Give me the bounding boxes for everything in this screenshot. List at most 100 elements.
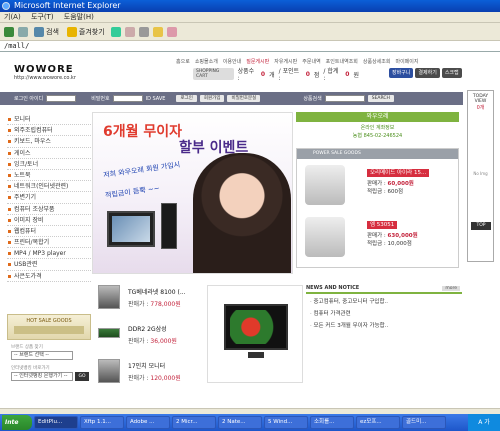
product-item[interactable]: DDR2 2G삼성 판매가 : 36,000원: [98, 322, 206, 352]
category-item[interactable]: 키보드, 마우스: [7, 136, 91, 148]
start-button[interactable]: Inte: [2, 415, 32, 430]
find-password-button[interactable]: 비밀번호분실: [227, 95, 261, 102]
taskbar-item[interactable]: 2 Micr...: [172, 416, 216, 429]
site-logo-url: http://www.wowore.co.kr: [14, 75, 76, 81]
cart-count-prefix: 상품수 :: [237, 68, 255, 82]
topnav-item[interactable]: 쇼핑몰소개: [195, 58, 218, 65]
category-item[interactable]: 네트워크(인터넷관련): [7, 181, 91, 193]
product-item[interactable]: 17인치 모니터 판매가 : 120,000원: [98, 359, 206, 389]
category-item[interactable]: 이미지 장비: [7, 215, 91, 226]
login-pw-input[interactable]: [112, 95, 143, 102]
news-item[interactable]: 모든 커드 3개월 무이자 가능합..: [310, 321, 460, 329]
category-item[interactable]: 외주조립컴퓨터: [7, 125, 91, 137]
cart-tag: SHOPPING CART: [193, 68, 234, 80]
category-item[interactable]: 컴퓨터 조상부품: [7, 204, 91, 215]
taskbar-item[interactable]: Adobe ...: [126, 416, 170, 429]
window-title-bar: Microsoft Internet Explorer: [0, 0, 500, 12]
messenger-icon[interactable]: [166, 26, 177, 37]
taskbar-item[interactable]: 골드미...: [402, 416, 446, 429]
login-id-input[interactable]: [46, 95, 77, 102]
topnav-item[interactable]: 포인트내역조회: [326, 58, 358, 65]
topnav-item[interactable]: 이용안내: [223, 58, 241, 65]
product-item[interactable]: TG베네라넷 8100 (... 판매가 : 778,000원: [98, 285, 206, 315]
topnav-item[interactable]: 마이페이지: [395, 58, 418, 65]
deal-thumb[interactable]: [305, 217, 345, 257]
news-more-button[interactable]: more: [442, 286, 460, 291]
system-tray[interactable]: A 가: [468, 414, 500, 431]
deal-points-label: 적립금 :: [367, 241, 386, 247]
bank-select[interactable]: -- 인터넷뱅킹 은행가기 --: [11, 372, 73, 381]
category-item[interactable]: 잉크/토너: [7, 159, 91, 170]
category-item[interactable]: 노트북: [7, 170, 91, 182]
scrap-button[interactable]: 스크랩: [441, 68, 462, 78]
deal-tag[interactable]: 엠 53051: [367, 221, 398, 229]
deal-points: 적립금 : 10,000점: [367, 239, 412, 247]
search-icon: [34, 26, 44, 37]
featured-monitor-image[interactable]: [207, 285, 303, 383]
history-icon[interactable]: [110, 26, 121, 37]
scroll-top-button[interactable]: TOP: [471, 222, 491, 230]
search-button[interactable]: 검색: [32, 26, 61, 38]
cart-summary: SHOPPING CART 상품수 :0개 / 포인트 :0점 / 합계 :0원: [193, 68, 359, 82]
taskbar-item[interactable]: 5 Wind...: [264, 416, 308, 429]
site-logo[interactable]: WOWORE: [14, 64, 74, 75]
category-item[interactable]: 게이스: [7, 148, 91, 159]
cart-button[interactable]: 장바구니: [389, 68, 414, 78]
mail-icon[interactable]: [124, 26, 135, 37]
main-banner[interactable]: 6개월 무이자 할부 이벤트 저희 와우오레 회원 가입시 적립금이 듬뿍 ~~: [92, 112, 293, 274]
taskbar-item[interactable]: Xftp 1.1...: [80, 416, 124, 429]
news-item[interactable]: 중고컴퓨터, 중고모니터 구입합..: [310, 297, 460, 305]
banner-title: 6개월 무이자: [103, 124, 183, 140]
bank-go-button[interactable]: GO: [75, 372, 89, 381]
web-page: WOWORE http://www.wowore.co.kr 홈으로 쇼핑몰소개…: [0, 52, 500, 408]
taskbar-item[interactable]: 2 Nate...: [218, 416, 262, 429]
category-item[interactable]: 웹컴퓨터: [7, 226, 91, 238]
brand-select[interactable]: -- 브랜드 선택 --: [11, 351, 73, 360]
category-item[interactable]: 주변기기: [7, 192, 91, 204]
deal-thumb[interactable]: [305, 165, 345, 205]
category-item[interactable]: 모니터: [7, 114, 91, 126]
menu-item-view[interactable]: 기(A): [4, 13, 21, 21]
deal-tag[interactable]: 오리메이드 아이라 15...: [367, 169, 430, 177]
product-name[interactable]: DDR2 2G삼성: [128, 324, 167, 333]
points-prefix: / 포인트 :: [278, 68, 300, 82]
topnav-item[interactable]: 주문내역: [302, 58, 320, 65]
stop-icon[interactable]: [18, 26, 28, 37]
favorites-button[interactable]: 즐겨찾기: [65, 26, 107, 38]
topnav-item[interactable]: 질문게시판: [246, 58, 269, 65]
deal-points-value: 10,000점: [387, 241, 412, 247]
product-search-input[interactable]: [324, 95, 365, 102]
menu-item-tools[interactable]: 도구(T): [31, 13, 54, 21]
product-name[interactable]: 17인치 모니터: [128, 361, 165, 370]
hot-sale-banner[interactable]: HOT SALE GOODS: [7, 314, 91, 340]
total-prefix: / 합계 :: [323, 68, 339, 82]
checkout-button[interactable]: 결제하기: [415, 68, 440, 78]
taskbar-item[interactable]: 소회를...: [310, 416, 354, 429]
product-image[interactable]: [98, 328, 120, 338]
deal-points: 적립금 : 600점: [367, 187, 403, 195]
join-button[interactable]: 회원가입: [199, 95, 225, 102]
category-item[interactable]: MP4 / MP3 player: [7, 248, 91, 260]
product-search-button[interactable]: SEARCH: [367, 95, 394, 102]
news-item[interactable]: 컴퓨터 가격관련: [310, 309, 460, 317]
account-info-title: 온라인 계좌정보: [360, 125, 395, 131]
category-item[interactable]: USB관련: [7, 259, 91, 271]
top-buttons: 장바구니 결제하기 스크랩: [389, 68, 462, 78]
topnav-item[interactable]: 상품상세조회: [363, 58, 391, 65]
menu-item-help[interactable]: 도움말(H): [64, 13, 94, 21]
taskbar-item[interactable]: ez모프...: [356, 416, 400, 429]
product-image[interactable]: [98, 359, 120, 383]
topnav-item[interactable]: 자유게시판: [274, 58, 297, 65]
category-item[interactable]: 사은도가격: [7, 271, 91, 282]
address-bar[interactable]: /mall/: [0, 41, 500, 52]
back-icon[interactable]: [4, 26, 14, 37]
taskbar-item[interactable]: EditPlu...: [34, 416, 78, 429]
folder-icon[interactable]: [152, 26, 163, 37]
product-name[interactable]: TG베네라넷 8100 (...: [128, 287, 186, 296]
login-button[interactable]: 로그인: [176, 95, 197, 102]
id-save-checkbox-label[interactable]: ID SAVE: [146, 96, 166, 102]
product-image[interactable]: [98, 285, 120, 309]
print-icon[interactable]: [138, 26, 149, 37]
topnav-item[interactable]: 홈으로: [176, 58, 190, 65]
category-item[interactable]: 프린터/복합기: [7, 237, 91, 249]
